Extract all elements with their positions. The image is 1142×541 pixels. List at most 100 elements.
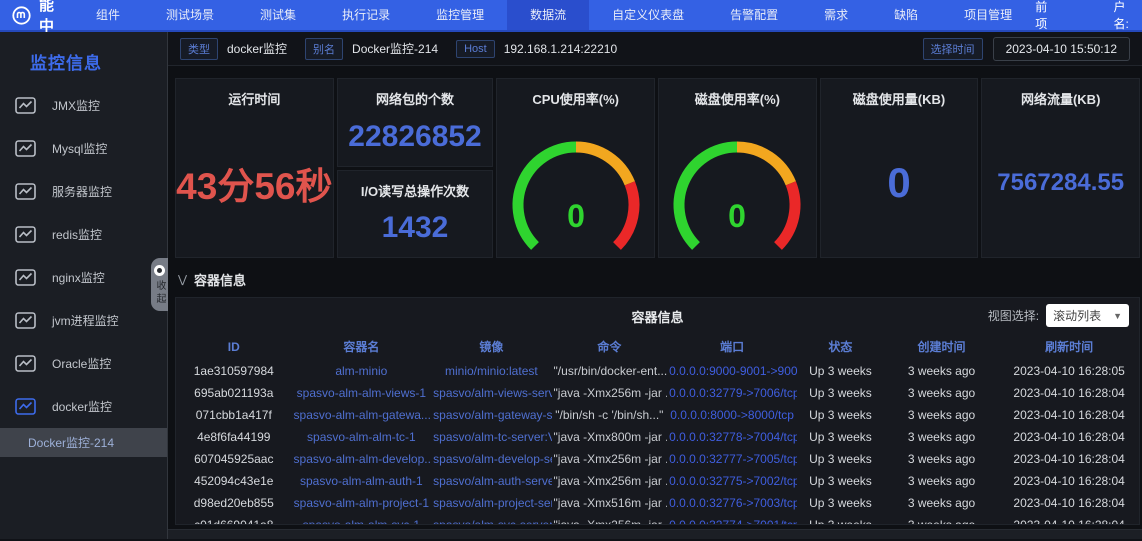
container-panel-title: 容器信息 [631,310,683,325]
chart-icon [15,140,36,157]
cell-created: 3 weeks ago [884,470,1000,492]
cell-img: spasvo/alm-tc-server:V7... [431,426,551,448]
cell-name: spasvo-alm-alm-gatewa... [292,404,432,426]
container-section-toggle[interactable]: ⋁ 容器信息 [168,258,1142,293]
cell-name: spasvo-alm-alm-svc-1 [292,514,432,525]
uptime-card: 运行时间 43分56秒 [175,78,334,258]
cell-cmd: "/bin/sh -c '/bin/sh..." [552,404,668,426]
sidebar-item-label: docker监控 [52,398,112,415]
cpu-gauge-chart: 0 [501,127,651,253]
nav-item[interactable]: 执行记录 [319,0,413,30]
cell-id: 4e8f6fa44199 [176,426,292,448]
cell-img: spasvo/alm-develop-ser... [431,448,551,470]
filter-bar: 类型 docker监控 别名 Docker监控-214 Host 192.168… [168,32,1142,66]
disk-usage-title: 磁盘使用量(KB) [821,79,978,108]
net-packets-title: 网络包的个数 [338,79,493,108]
cpu-gauge-value: 0 [567,198,585,234]
column-header: 端口 [667,333,797,360]
sidebar-item-label: JMX监控 [52,97,100,114]
table-row: 4e8f6fa44199spasvo-alm-alm-tc-1spasvo/al… [176,426,1139,448]
cell-refresh: 2023-04-10 16:28:04 [999,492,1139,514]
disk-usage-card: 磁盘使用量(KB) 0 [820,78,979,258]
cell-name: spasvo-alm-alm-views-1 [292,382,432,404]
cell-port: 0.0.0.0:32774->7001/tcp [667,514,797,525]
table-row: 607045925aacspasvo-alm-alm-develop...spa… [176,448,1139,470]
chart-icon [15,312,36,329]
view-select-dropdown[interactable]: 滚动列表 ▼ [1046,304,1129,327]
alias-badge: 别名 [305,38,343,60]
net-traffic-value: 7567284.55 [997,169,1124,197]
nav-item[interactable]: 需求 [801,0,871,30]
sidebar-item[interactable]: docker监控 [0,385,167,428]
cell-refresh: 2023-04-10 16:28:04 [999,514,1139,525]
cell-created: 3 weeks ago [884,448,1000,470]
sidebar-item[interactable]: Oracle监控 [0,342,167,385]
cell-status: Up 3 weeks [797,404,884,426]
container-info-panel: 容器信息 视图选择: 滚动列表 ▼ ID容器名镜像命令端口状态创建时间刷新时间 … [175,297,1140,525]
cell-name: alm-minio [292,360,432,382]
nav-item[interactable]: 告警配置 [707,0,801,30]
nav-item[interactable]: 数据流 [507,0,589,30]
nav-item[interactable]: 监控管理 [413,0,507,30]
time-picker-input[interactable]: 2023-04-10 15:50:12 [993,37,1130,61]
cell-refresh: 2023-04-10 16:28:05 [999,360,1139,382]
nav-item[interactable]: 自定义仪表盘 [589,0,707,30]
sidebar-item-label: jvm进程监控 [52,312,119,329]
nav-item[interactable]: 测试集 [237,0,319,30]
sidebar-item[interactable]: Mysql监控 [0,127,167,170]
collapse-arrow-icon [154,265,165,276]
table-row: 1ae310597984alm-miniominio/minio:latest"… [176,360,1139,382]
cell-cmd: "java -Xmx256m -jar ..." [552,448,668,470]
chart-icon [15,269,36,286]
sidebar-item-label: nginx监控 [52,269,105,286]
chevron-down-icon: ⋁ [178,273,187,286]
chart-icon [15,226,36,243]
cell-img: spasvo/alm-views-server... [431,382,551,404]
host-badge: Host [456,40,495,58]
table-row: d98ed20eb855spasvo-alm-alm-project-1spas… [176,492,1139,514]
nav-item[interactable]: 测试场景 [143,0,237,30]
sidebar-item-label: 服务器监控 [52,183,112,200]
sidebar-subitem[interactable]: Docker监控-214 [0,428,167,457]
cell-id: 071cbb1a417f [176,404,292,426]
cell-created: 3 weeks ago [884,382,1000,404]
type-value: docker监控 [227,40,287,57]
alias-value: Docker监控-214 [352,40,438,57]
cell-id: d98ed20eb855 [176,492,292,514]
bottom-scrollbar-track[interactable] [168,529,1142,539]
sidebar-item[interactable]: JMX监控 [0,84,167,127]
sidebar-item[interactable]: redis监控 [0,213,167,256]
sidebar-item[interactable]: nginx监控 [0,256,167,299]
cell-cmd: "java -Xmx516m -jar ..." [552,492,668,514]
sidebar-item-label: Mysql监控 [52,140,107,157]
cpu-gauge-card: CPU使用率(%) 0 [496,78,655,258]
io-ops-card: I/O读写总操作次数 1432 [337,170,494,259]
column-header: 刷新时间 [999,333,1139,360]
sidebar-title: 监控信息 [0,32,167,78]
column-header: 容器名 [292,333,432,360]
container-table-head-row: ID容器名镜像命令端口状态创建时间刷新时间 [176,333,1139,360]
cell-id: 695ab021193a [176,382,292,404]
cell-refresh: 2023-04-10 16:28:04 [999,470,1139,492]
cell-img: spasvo/alm-auth-server:... [431,470,551,492]
table-row: 695ab021193aspasvo-alm-alm-views-1spasvo… [176,382,1139,404]
sidebar-item[interactable]: jvm进程监控 [0,299,167,342]
chart-icon [15,183,36,200]
host-value: 192.168.1.214:22210 [504,42,617,56]
sidebar-item-label: redis监控 [52,226,102,243]
nav-item[interactable]: 组件 [73,0,143,30]
nav-item[interactable]: 项目管理 [941,0,1035,30]
cell-created: 3 weeks ago [884,360,1000,382]
column-header: ID [176,333,292,360]
stats-row: 运行时间 43分56秒 网络包的个数 22826852 I/O读写总操作次数 1… [175,78,1140,258]
sidebar-item-label: Oracle监控 [52,355,111,372]
chart-icon [15,97,36,114]
sidebar-collapse-button[interactable]: 收起 [151,258,168,311]
top-navbar: 性能中心 组件测试场景测试集执行记录监控管理数据流自定义仪表盘告警配置需求缺陷项… [0,0,1142,32]
collapse-label: 收起 [152,280,167,306]
io-ops-title: I/O读写总操作次数 [338,171,493,200]
sidebar-item[interactable]: 服务器监控 [0,170,167,213]
cell-port: 0.0.0.0:32779->7006/tcp [667,382,797,404]
nav-item[interactable]: 缺陷 [871,0,941,30]
cell-name: spasvo-alm-alm-auth-1 [292,470,432,492]
